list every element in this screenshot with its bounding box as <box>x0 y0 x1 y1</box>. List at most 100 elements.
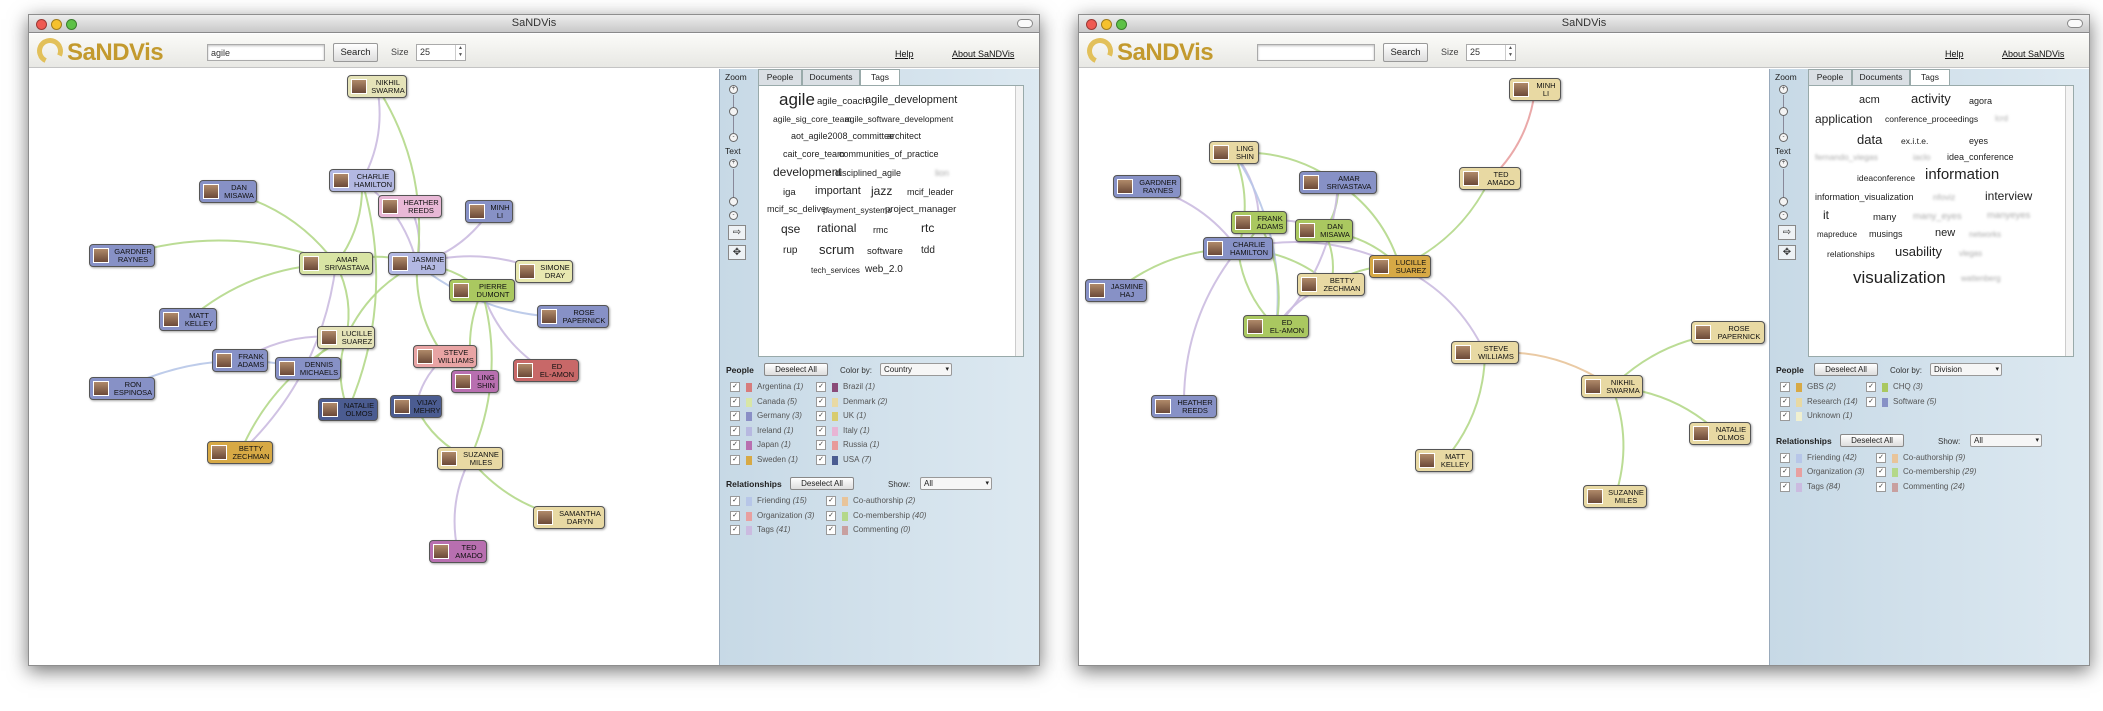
relationship-filter-row[interactable]: ✓ Friending (15) <box>730 496 840 508</box>
checkbox[interactable]: ✓ <box>826 510 836 521</box>
relationships-deselect-all-button[interactable]: Deselect All <box>790 477 854 490</box>
tag-item[interactable]: communities_of_practice <box>839 149 939 159</box>
zoom-in-icon[interactable]: + <box>1779 85 1788 94</box>
zoom-out-icon[interactable]: - <box>729 133 738 142</box>
tag-cloud[interactable]: agile agile_coach agile_development agile_s… <box>758 85 1024 357</box>
person-node[interactable]: NIKHIL SWARMA <box>1581 375 1643 398</box>
pan-tool-icon[interactable]: ✥ <box>728 245 746 260</box>
people-filter-row[interactable]: ✓ Argentina (1) <box>730 382 820 394</box>
tag-item[interactable]: project_manager <box>885 204 956 215</box>
tag-item[interactable]: ex.i.t.e. <box>1901 136 1928 146</box>
tab-people[interactable]: People <box>1808 69 1852 85</box>
checkbox[interactable]: ✓ <box>1780 481 1790 492</box>
tag-item[interactable]: payment_systems <box>823 205 892 215</box>
tag-item[interactable]: tdd <box>921 245 935 256</box>
network-canvas[interactable]: MINH LI LING SHIN TED AMADO GARDNER RAYNES A… <box>1079 69 1769 665</box>
person-node[interactable]: BETTY ZECHMAN <box>207 441 273 464</box>
relationship-filter-row[interactable]: ✓ Organization (3) <box>730 510 840 523</box>
checkbox[interactable]: ✓ <box>816 440 826 450</box>
tag-item[interactable]: disciplined_agile <box>835 168 901 178</box>
checkbox[interactable]: ✓ <box>816 454 826 465</box>
show-select[interactable]: All <box>1970 433 2042 447</box>
checkbox[interactable]: ✓ <box>1876 481 1886 492</box>
person-node[interactable]: FRANK ADAMS <box>212 349 268 372</box>
tag-item[interactable]: software <box>867 246 903 257</box>
tag-item[interactable]: architect <box>887 131 921 141</box>
tab-people[interactable]: People <box>758 69 802 85</box>
tag-item[interactable]: development <box>773 165 842 179</box>
person-node[interactable]: JASMINE HAJ <box>1085 279 1147 302</box>
person-node[interactable]: LUCILLE SUAREZ <box>317 326 375 349</box>
person-node[interactable]: ROSE PAPERNICK <box>537 305 609 328</box>
person-node[interactable]: GARDNER RAYNES <box>1113 175 1181 198</box>
search-input[interactable] <box>207 44 325 61</box>
person-node[interactable]: LING SHIN <box>451 370 499 393</box>
tag-item[interactable]: acm <box>1859 94 1880 106</box>
people-deselect-all-button[interactable]: Deselect All <box>764 363 828 376</box>
person-node[interactable]: LUCILLE SUAREZ <box>1369 255 1431 278</box>
tag-item[interactable]: agora <box>1969 96 1992 106</box>
person-node[interactable]: FRANK ADAMS <box>1231 211 1287 234</box>
tag-item[interactable]: aot_agile2008_committee <box>791 131 894 141</box>
checkbox[interactable]: ✓ <box>730 496 740 506</box>
tag-item[interactable]: agile_software_development <box>845 114 953 124</box>
person-node[interactable]: SUZANNE MILES <box>1583 485 1647 508</box>
person-node[interactable]: ED EL-AMON <box>1243 315 1309 338</box>
tag-item[interactable]: networks <box>1969 230 2001 239</box>
about-link[interactable]: About SaNDVis <box>2002 49 2064 59</box>
person-node[interactable]: GARDNER RAYNES <box>89 244 155 267</box>
people-filter-row[interactable]: ✓ Brazil (1) <box>816 382 906 394</box>
checkbox[interactable]: ✓ <box>1780 382 1790 392</box>
tag-item[interactable]: many_eyes <box>1913 211 1962 222</box>
tag-item[interactable]: ideaconference <box>1857 173 1915 183</box>
person-node[interactable]: ROSE PAPERNICK <box>1691 321 1765 344</box>
person-node[interactable]: HEATHER REEDS <box>1151 395 1217 418</box>
tag-item[interactable]: mapreduce <box>1817 230 1857 239</box>
relationship-filter-row[interactable]: ✓ Co-membership (40) <box>826 510 936 523</box>
tab-documents[interactable]: Documents <box>802 69 860 85</box>
person-node[interactable]: STEVE WILLIAMS <box>413 345 477 368</box>
person-node[interactable]: LING SHIN <box>1209 141 1259 164</box>
checkbox[interactable]: ✓ <box>816 411 826 421</box>
text-increase-icon[interactable]: + <box>729 159 738 168</box>
person-node[interactable]: PIERRE DUMONT <box>449 279 515 302</box>
tag-item[interactable]: rtc <box>921 221 934 235</box>
person-node[interactable]: RON ESPINOSA <box>89 377 155 400</box>
tag-item[interactable]: rmc <box>873 225 888 235</box>
tag-item[interactable]: web_2.0 <box>865 264 903 275</box>
tag-item[interactable]: important <box>815 185 861 197</box>
person-node[interactable]: MATT KELLEY <box>159 308 217 331</box>
tab-tags[interactable]: Tags <box>1910 69 1950 85</box>
tag-item[interactable]: iga <box>783 187 796 198</box>
person-node[interactable]: AMAR SRIVASTAVA <box>1299 171 1377 194</box>
person-node[interactable]: TED AMADO <box>429 540 487 563</box>
tag-item[interactable]: relationships <box>1827 249 1875 259</box>
person-node[interactable]: CHARLIE HAMILTON <box>329 169 395 192</box>
layout-tool-icon[interactable]: ⇨ <box>1778 225 1796 240</box>
tag-item[interactable]: cait_core_team <box>783 149 845 159</box>
tag-item[interactable]: many <box>1873 212 1896 223</box>
people-filter-row[interactable]: ✓ Sweden (1) <box>730 454 820 467</box>
help-link[interactable]: Help <box>895 49 914 59</box>
person-node[interactable]: STEVE WILLIAMS <box>1451 341 1519 364</box>
person-node[interactable]: CHARLIE HAMILTON <box>1203 237 1273 260</box>
relationship-filter-row[interactable]: ✓ Organization (3) <box>1780 467 1890 479</box>
search-input[interactable] <box>1257 44 1375 61</box>
checkbox[interactable]: ✓ <box>1866 382 1876 392</box>
relationship-filter-row[interactable]: ✓ Co-authorship (2) <box>826 496 936 508</box>
text-decrease-icon[interactable]: - <box>729 211 738 220</box>
checkbox[interactable]: ✓ <box>730 454 740 465</box>
tag-item[interactable]: it <box>1823 208 1829 222</box>
checkbox[interactable]: ✓ <box>730 510 740 521</box>
people-filter-row[interactable]: ✓ Russia (1) <box>816 440 906 452</box>
people-filter-row[interactable]: ✓ CHQ (3) <box>1866 382 1956 394</box>
person-node[interactable]: NIKHIL SWARMA <box>347 75 407 98</box>
people-filter-row[interactable]: ✓ UK (1) <box>816 411 906 423</box>
tag-item[interactable]: musings <box>1869 229 1903 239</box>
relationship-filter-row[interactable]: ✓ Tags (84) <box>1780 481 1890 494</box>
size-stepper[interactable]: 25 ▲ ▼ <box>416 44 466 61</box>
person-node[interactable]: DAN MISAWA <box>199 180 257 203</box>
about-link[interactable]: About SaNDVis <box>952 49 1014 59</box>
tag-item[interactable]: lcrd <box>1995 114 2008 123</box>
relationship-filter-row[interactable]: ✓ Commenting (24) <box>1876 481 1986 494</box>
